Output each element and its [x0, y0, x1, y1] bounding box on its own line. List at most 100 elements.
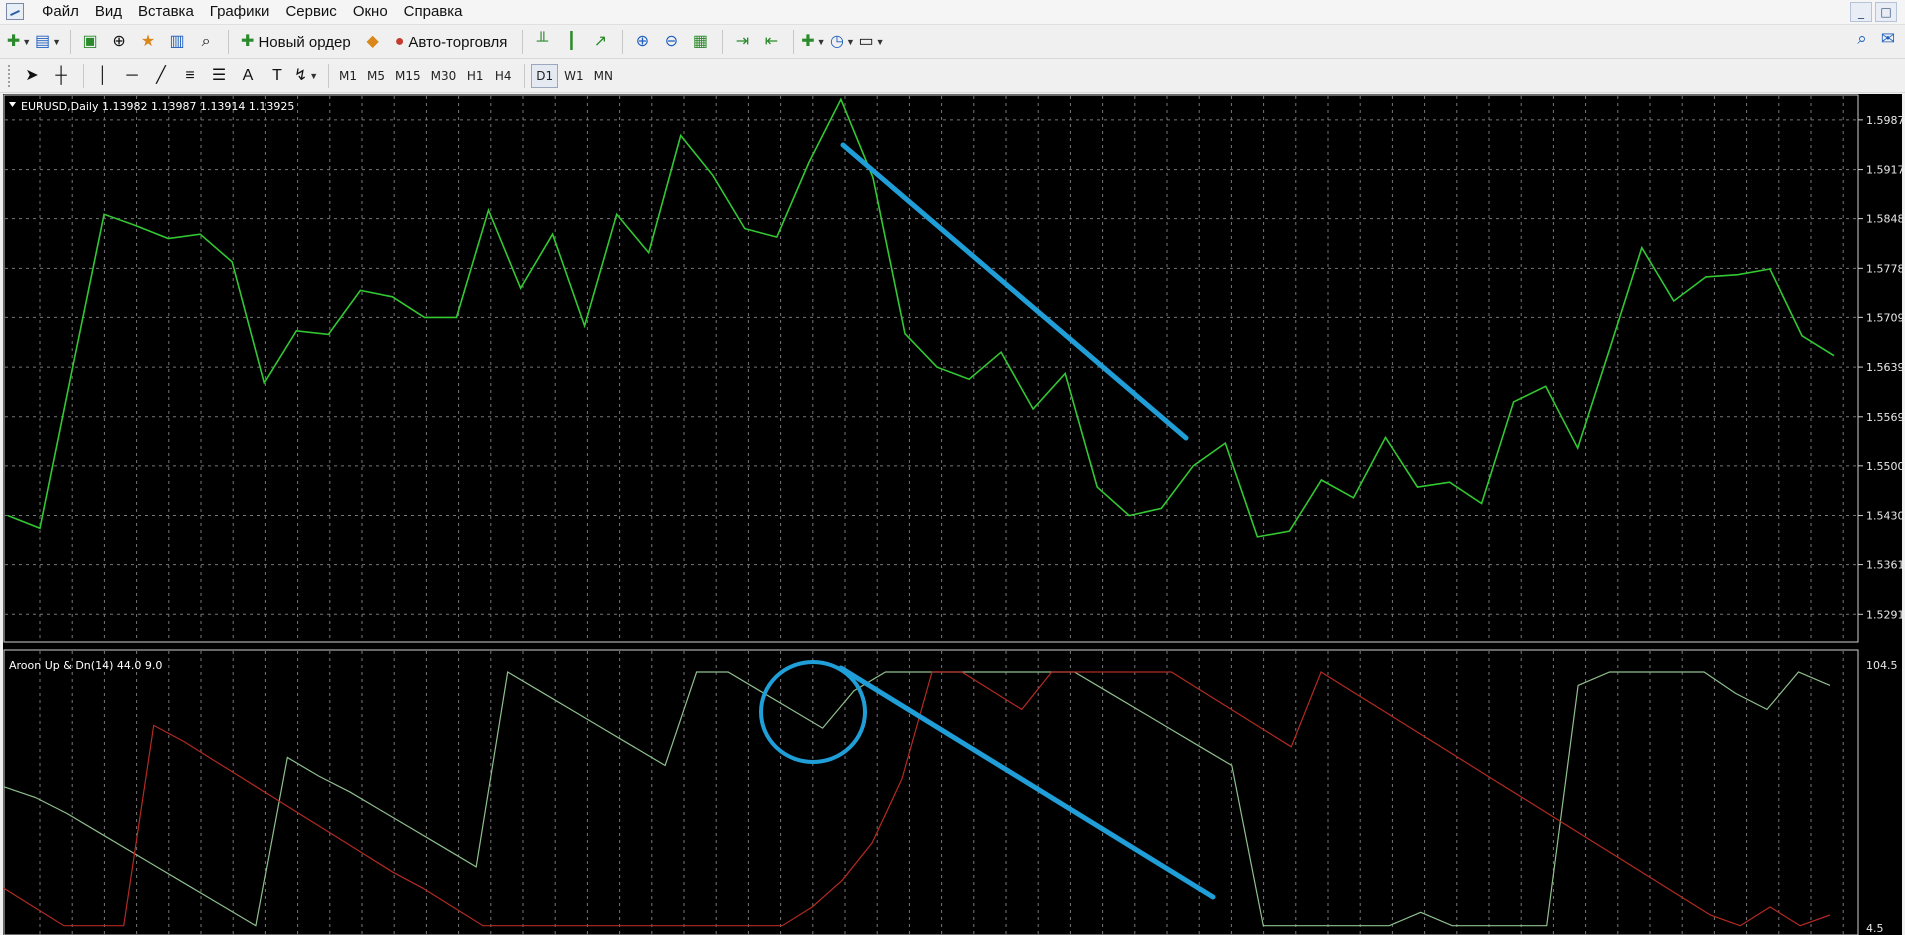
timeframe-mn-button[interactable]: MN [590, 64, 617, 88]
profiles-button[interactable]: ▤ ▼ [35, 29, 61, 55]
toolbar-separator [70, 30, 72, 54]
zoom-out-button[interactable]: ⊖ [658, 29, 684, 55]
maximize-button[interactable]: □ [1875, 2, 1897, 22]
toolbar-separator [722, 30, 724, 54]
search-icon[interactable]: ⌕ [1857, 29, 1867, 49]
auto-scroll-icon: ⇥ [735, 33, 750, 50]
toolbar-separator [328, 64, 329, 88]
equidistant-channel-button[interactable]: ≡ [177, 63, 203, 89]
price-tick-label: 1.5917 [1866, 164, 1902, 177]
chart-shift-icon: ⇤ [764, 33, 779, 50]
chevron-down-icon: ▼ [816, 37, 826, 47]
strategy-tester-button[interactable]: ⌕ [193, 29, 219, 55]
menu-item-3[interactable]: Графики [202, 0, 278, 24]
toolbar-separator [793, 30, 795, 54]
editor-icon: ◆ [366, 33, 379, 50]
toolbar-right: ⌕ ✉ [1857, 29, 1895, 49]
menu-items: Файл Вид Вставка Графики Сервис Окно Справка [34, 0, 471, 24]
text-label-icon: T [272, 67, 282, 84]
main-chart-frame [3, 94, 1859, 643]
new-chart-button[interactable]: ✚ ▼ [6, 29, 32, 55]
plus-chart-icon: ✚ [6, 33, 21, 50]
terminal-button[interactable]: ▥ [164, 29, 190, 55]
indicator-header: Aroon Up & Dn(14) 44.0 9.0 [9, 659, 162, 672]
chat-icon[interactable]: ✉ [1881, 29, 1895, 49]
timeframe-m15-button[interactable]: M15 [391, 64, 425, 88]
market-watch-button[interactable]: ▣ [77, 29, 103, 55]
indicators-button[interactable]: ✚ ▼ [800, 29, 826, 55]
templates-button[interactable]: ▭ ▼ [858, 29, 884, 55]
fibonacci-button[interactable]: ☰ [206, 63, 232, 89]
toolbar-grip[interactable] [8, 65, 13, 87]
arrows-button[interactable]: ↯ ▼ [293, 63, 319, 89]
timeframe-buttons: M1 M5 M15 M30 H1 H4 D1 W1 MN [335, 64, 619, 88]
periods-button[interactable]: ◷ ▼ [829, 29, 855, 55]
bar-chart-button[interactable]: ╨ [529, 29, 555, 55]
timeframe-m1-button[interactable]: M1 [335, 64, 361, 88]
crosshair-button[interactable]: ┼ [48, 63, 74, 89]
price-tick-label: 1.5848 [1866, 213, 1902, 226]
candle-chart-button[interactable]: ┃ [558, 29, 584, 55]
menu-item-5[interactable]: Окно [345, 0, 396, 24]
chart-shift-button[interactable]: ⇤ [758, 29, 784, 55]
bar-chart-icon: ╨ [536, 33, 549, 50]
menu-item-6[interactable]: Справка [396, 0, 471, 24]
vertical-line-icon: │ [98, 67, 108, 84]
minimize-button[interactable]: _ [1850, 2, 1872, 22]
chart-canvas[interactable]: 1.5987 1.5917 1.5848 1.5778 1.5709 1.5639 1.55… [3, 94, 1902, 935]
window-controls: _ □ [1850, 2, 1897, 22]
vertical-line-button[interactable]: │ [90, 63, 116, 89]
new-order-icon: ✚ [241, 33, 255, 50]
chart-window[interactable]: 1.5987 1.5917 1.5848 1.5778 1.5709 1.5639 1.55… [3, 94, 1902, 935]
collapse-triangle-icon[interactable] [9, 102, 16, 107]
toolbar-separator [522, 30, 524, 54]
chevron-down-icon: ▼ [875, 37, 885, 47]
tile-windows-icon: ▦ [692, 33, 708, 50]
timeframe-h4-button[interactable]: H4 [490, 64, 516, 88]
menu-item-1[interactable]: Вид [87, 0, 130, 24]
text-button[interactable]: A [235, 63, 261, 89]
chevron-down-icon: ▼ [22, 37, 32, 47]
text-label-button[interactable]: T [264, 63, 290, 89]
horizontal-line-button[interactable]: ─ [119, 63, 145, 89]
tile-windows-button[interactable]: ▦ [687, 29, 713, 55]
trendline-button[interactable]: ╱ [148, 63, 174, 89]
cursor-button[interactable]: ➤ [19, 63, 45, 89]
horizontal-line-icon: ─ [126, 67, 138, 84]
menu-item-2[interactable]: Вставка [130, 0, 202, 24]
timeframe-d1-button[interactable]: D1 [531, 64, 559, 88]
standard-toolbar: ✚ ▼ ▤ ▼ ▣ ⊕ ★ ▥ ⌕ ✚ Новый ордер ◆ ● Авто-тор… [0, 25, 1905, 59]
price-tick-label: 1.5430 [1866, 510, 1902, 523]
new-order-button[interactable]: ✚ Новый ордер [235, 29, 357, 55]
candlestick-icon: ┃ [566, 33, 577, 50]
fibonacci-icon: ☰ [211, 67, 227, 84]
toolbar-separator [622, 30, 624, 54]
navigator-button[interactable]: ★ [135, 29, 161, 55]
chevron-down-icon: ▼ [309, 71, 319, 81]
new-order-label: Новый ордер [258, 33, 351, 51]
app-icon[interactable] [6, 3, 24, 20]
data-window-button[interactable]: ⊕ [106, 29, 132, 55]
cursor-arrow-icon: ➤ [25, 67, 39, 84]
aroon-down-line [3, 671, 1831, 927]
metaeditor-button[interactable]: ◆ [360, 29, 386, 55]
drawing-toolbar: ➤ ┼ │ ─ ╱ ≡ ☰ A T ↯ ▼ M1 M5 M15 M30 H1 H4 D1 W1 M… [0, 59, 1905, 93]
chevron-down-icon: ▼ [52, 37, 62, 47]
channel-icon: ≡ [185, 67, 195, 84]
timeframe-m5-button[interactable]: M5 [363, 64, 389, 88]
auto-scroll-button[interactable]: ⇥ [729, 29, 755, 55]
menu-item-4[interactable]: Сервис [277, 0, 344, 24]
market-watch-icon: ▣ [82, 33, 98, 50]
magnifier-grid-icon: ⌕ [201, 33, 211, 50]
auto-trading-button[interactable]: ● Авто-торговля [389, 29, 514, 55]
toolbar-separator [228, 30, 230, 54]
zoom-in-button[interactable]: ⊕ [629, 29, 655, 55]
timeframe-h1-button[interactable]: H1 [462, 64, 488, 88]
price-tick-label: 1.5987 [1866, 114, 1902, 127]
line-chart-button[interactable]: ↗ [587, 29, 613, 55]
timeframe-w1-button[interactable]: W1 [560, 64, 588, 88]
menu-item-0[interactable]: Файл [34, 0, 87, 24]
timeframe-m30-button[interactable]: M30 [427, 64, 461, 88]
price-tick-label: 1.5778 [1866, 262, 1902, 275]
text-icon: A [242, 67, 254, 84]
